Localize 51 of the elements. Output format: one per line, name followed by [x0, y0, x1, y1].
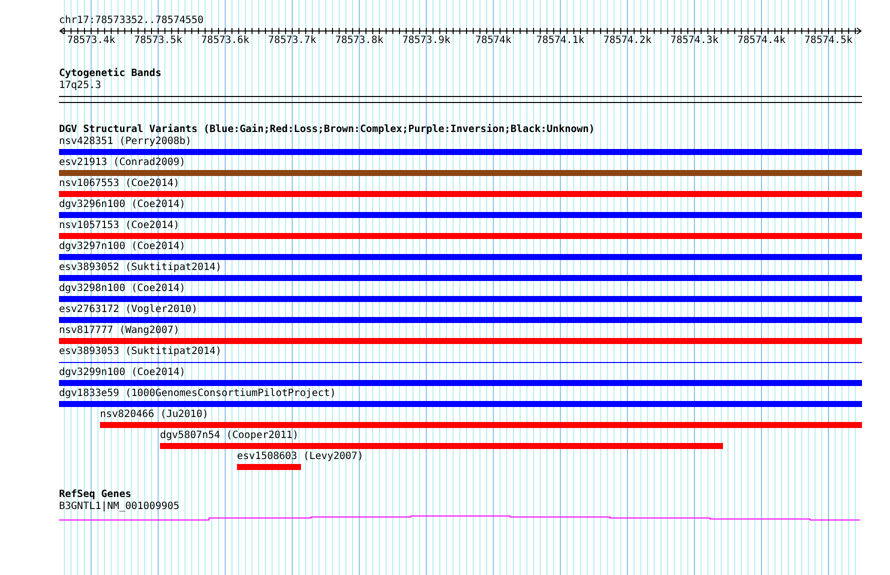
- region-label: chr17:78573352..78574550: [59, 15, 204, 27]
- variant-bar[interactable]: [59, 233, 862, 239]
- variant-bar[interactable]: [100, 422, 862, 428]
- variant-bar[interactable]: [59, 212, 862, 218]
- variant-bar[interactable]: [59, 317, 862, 323]
- scale-tick-label: 78574.4k: [737, 35, 786, 47]
- variant-label[interactable]: dgv5807n54 (Cooper2011): [160, 430, 862, 442]
- variant-label[interactable]: nsv820466 (Ju2010): [100, 409, 862, 421]
- track-title: RefSeq Genes: [59, 489, 132, 501]
- variant-label[interactable]: dgv3296n100 (Coe2014): [59, 199, 862, 211]
- variant-bar[interactable]: [59, 149, 862, 155]
- scale-tick-label: 78573.8k: [335, 35, 384, 47]
- variant-bar[interactable]: [59, 296, 862, 302]
- variant-label[interactable]: esv3893052 (Suktitipat2014): [59, 262, 862, 274]
- variant-bar[interactable]: [59, 380, 862, 386]
- scale-tick-label: 78574.3k: [670, 35, 719, 47]
- band-label: 17q25.3: [59, 80, 102, 92]
- scale-tick-label: 78573.7k: [268, 35, 316, 47]
- scale-tick-label: 78573.5k: [134, 35, 182, 47]
- variant-bar[interactable]: [160, 443, 723, 449]
- variant-bar[interactable]: [59, 254, 862, 260]
- variant-label[interactable]: esv21913 (Conrad2009): [59, 157, 862, 169]
- variant-label[interactable]: dgv1833e59 (1000GenomesConsortiumPilotProject): [59, 388, 862, 400]
- gene-label[interactable]: B3GNTL1|NM_001009905: [59, 501, 862, 513]
- variant-label[interactable]: nsv817777 (Wang2007): [59, 325, 862, 337]
- scale-tick-label: 78574.1k: [536, 35, 584, 47]
- scale-tick-label: 78574.5k: [804, 35, 853, 47]
- variant-label[interactable]: dgv3298n100 (Coe2014): [59, 283, 862, 295]
- track-title: DGV Structural Variants (Blue:Gain;Red:Loss;Brown:Complex;Purple:Inversion;Black:Unknown): [59, 124, 596, 136]
- variant-label[interactable]: esv3893053 (Suktitipat2014): [59, 346, 862, 358]
- scale-tick-label: 78573.9k: [402, 35, 450, 47]
- scale-tick-label: 78573.4k: [67, 35, 116, 47]
- track-title: Cytogenetic Bands: [59, 68, 162, 80]
- variant-label[interactable]: dgv3297n100 (Coe2014): [59, 241, 862, 253]
- variant-label[interactable]: esv1508603 (Levy2007): [237, 451, 862, 463]
- gene-model-drawing[interactable]: [59, 513, 862, 522]
- variant-label[interactable]: dgv3299n100 (Coe2014): [59, 367, 862, 379]
- scale-tick-label: 78574.2k: [603, 35, 652, 47]
- scale-tick-label: 78573.6k: [201, 35, 250, 47]
- variant-label[interactable]: nsv1067553 (Coe2014): [59, 178, 862, 190]
- variant-label[interactable]: esv2763172 (Vogler2010): [59, 304, 862, 316]
- variant-bar[interactable]: [59, 338, 862, 344]
- variant-bar[interactable]: [59, 275, 862, 281]
- variant-bar[interactable]: [237, 464, 301, 470]
- scale-tick-label: 78574k: [475, 35, 512, 47]
- variant-line[interactable]: [59, 362, 862, 363]
- variant-label[interactable]: nsv428351 (Perry2008b): [59, 136, 862, 148]
- variant-bar[interactable]: [59, 401, 862, 407]
- variant-bar[interactable]: [59, 170, 862, 176]
- variant-label[interactable]: nsv1057153 (Coe2014): [59, 220, 862, 232]
- variant-bar[interactable]: [59, 191, 862, 197]
